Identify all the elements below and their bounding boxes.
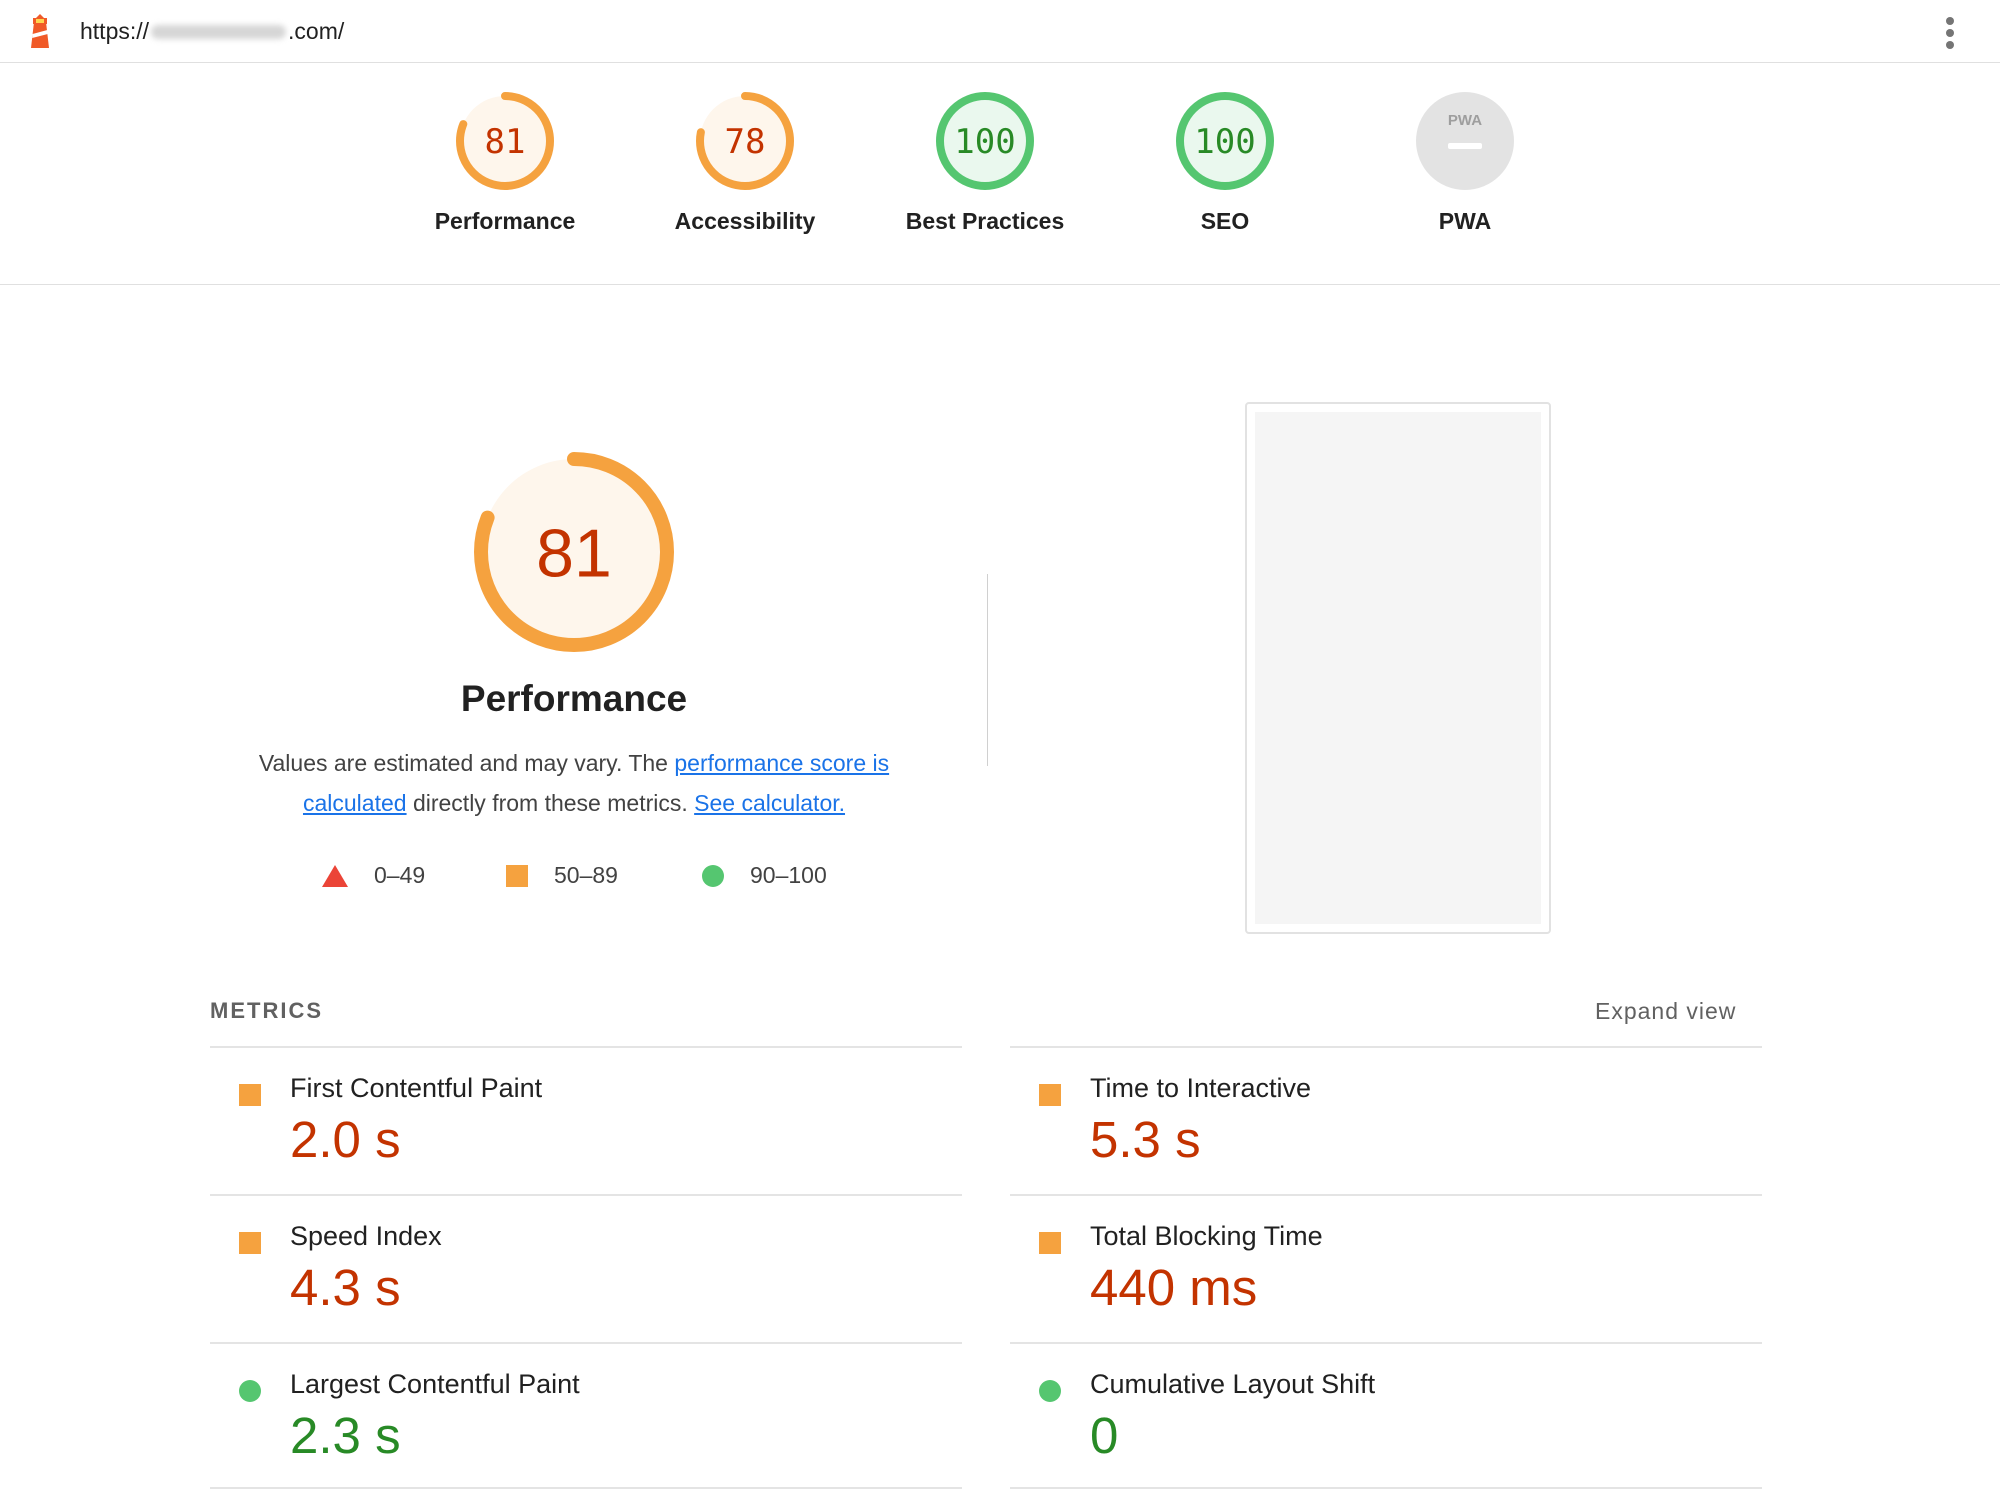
metric-name: Cumulative Layout Shift: [1090, 1369, 1376, 1399]
performance-description: Values are estimated and may vary. The p…: [258, 750, 890, 816]
metric-name: Total Blocking Time: [1090, 1221, 1323, 1251]
circle-icon: [702, 864, 724, 887]
metric-name: Time to Interactive: [1090, 1073, 1312, 1103]
metric-name: Largest Contentful Paint: [290, 1369, 580, 1399]
metric-total-blocking-time: Total Blocking Time 440 ms: [1010, 1194, 1762, 1341]
metric-value: 4.3 s: [290, 1259, 401, 1316]
score-summary: 81 Performance 78 Accessibility 100 Best Pr…: [0, 62, 2000, 285]
circle-icon: [239, 1380, 261, 1402]
legend-fail: 0–49: [322, 862, 425, 889]
square-icon: [1039, 1232, 1061, 1254]
score-value: 81: [485, 122, 526, 162]
gauge-label: Accessibility: [674, 208, 816, 234]
gauge-label: PWA: [1438, 208, 1492, 234]
score-ring: 100: [936, 92, 1034, 190]
see-calculator-link[interactable]: See calculator.: [694, 790, 845, 816]
score-value: 100: [1194, 122, 1255, 162]
legend-pass: 90–100: [702, 862, 827, 889]
metric-value: 5.3 s: [1090, 1111, 1201, 1168]
triangle-icon: [322, 864, 348, 887]
blurred-domain: [151, 24, 287, 39]
performance-title: Performance: [460, 678, 688, 719]
score-ring: 81: [474, 452, 674, 652]
gauge-pwa[interactable]: PWA PWA: [1365, 92, 1565, 235]
metric-name: Speed Index: [290, 1221, 442, 1251]
gauge-best-practices[interactable]: 100 Best Practices: [885, 92, 1085, 235]
metric-cumulative-layout-shift: Cumulative Layout Shift 0: [1010, 1342, 1762, 1489]
square-icon: [239, 1084, 261, 1106]
score-ring: 78: [696, 92, 794, 190]
metric-value: 440 ms: [1090, 1259, 1258, 1316]
metric-time-to-interactive: Time to Interactive 5.3 s: [1010, 1046, 1762, 1193]
metrics-header: METRICS: [210, 998, 323, 1023]
pwa-badge-icon: PWA: [1416, 92, 1514, 190]
divider: [987, 574, 988, 766]
pwa-badge-text: PWA: [1448, 112, 1482, 129]
legend-average: 50–89: [506, 862, 618, 889]
lighthouse-icon: [31, 14, 49, 48]
score-ring: 100: [1176, 92, 1274, 190]
metric-value: 0: [1090, 1407, 1119, 1464]
square-icon: [506, 864, 528, 887]
page-url[interactable]: https:// .com/: [80, 18, 344, 45]
metric-value: 2.3 s: [290, 1407, 401, 1464]
metric-speed-index: Speed Index 4.3 s: [210, 1194, 962, 1341]
gauge-seo[interactable]: 100 SEO: [1125, 92, 1325, 235]
metric-first-contentful-paint: First Contentful Paint 2.0 s: [210, 1046, 962, 1193]
kebab-menu-icon[interactable]: [1938, 14, 1962, 52]
address-bar: https:// .com/: [0, 0, 2000, 63]
score-ring: 81: [456, 92, 554, 190]
metric-name: First Contentful Paint: [290, 1073, 543, 1103]
score-legend: 0–49 50–89 90–100: [0, 862, 2000, 892]
metric-value: 2.0 s: [290, 1111, 401, 1168]
url-prefix: https://: [80, 18, 150, 44]
gauge-label: SEO: [1200, 208, 1250, 234]
score-value: 81: [536, 515, 612, 591]
score-value: 78: [725, 122, 766, 162]
expand-view-button[interactable]: Expand view: [1595, 998, 1736, 1025]
performance-gauge-large: 81: [474, 452, 674, 657]
gauge-label: Performance: [434, 208, 576, 234]
screenshot-placeholder: [1255, 412, 1541, 924]
gauge-performance[interactable]: 81 Performance: [405, 92, 605, 235]
final-screenshot[interactable]: [1245, 402, 1551, 934]
square-icon: [1039, 1084, 1061, 1106]
metric-largest-contentful-paint: Largest Contentful Paint 2.3 s: [210, 1342, 962, 1489]
url-suffix: .com/: [288, 18, 345, 44]
square-icon: [239, 1232, 261, 1254]
gauge-label: Best Practices: [905, 208, 1065, 234]
score-value: 100: [954, 122, 1015, 162]
circle-icon: [1039, 1380, 1061, 1402]
gauge-accessibility[interactable]: 78 Accessibility: [645, 92, 845, 235]
